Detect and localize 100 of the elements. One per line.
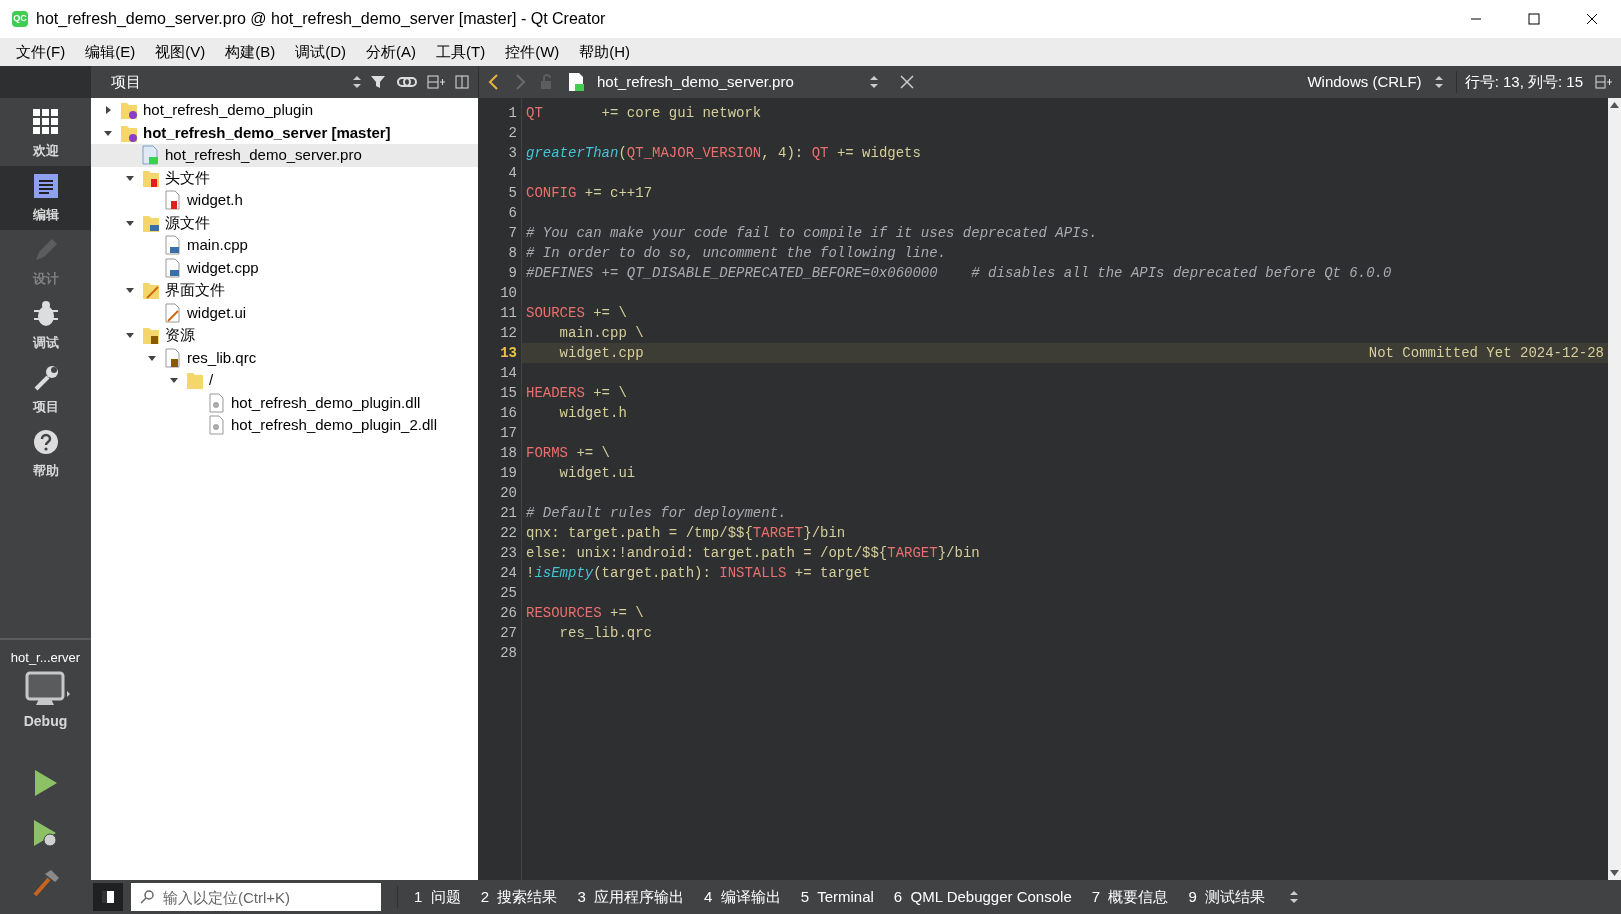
code-line: SOURCES += \: [526, 304, 627, 323]
output-tab[interactable]: 7 概要信息: [1091, 885, 1169, 909]
search-icon: [139, 889, 155, 905]
output-tab[interactable]: 2 搜索结果: [480, 885, 558, 909]
panel-title: 项目: [111, 71, 142, 92]
mode-button[interactable]: 帮助: [0, 422, 91, 486]
tree-item[interactable]: /: [209, 369, 214, 392]
line-number: 28: [499, 644, 517, 663]
file-name[interactable]: hot_refresh_demo_server.pro: [597, 70, 857, 94]
blame-annotation: Not Committed Yet 2024-12-28: [1368, 344, 1605, 363]
sidebar-toggle-icon[interactable]: [101, 890, 115, 904]
back-icon[interactable]: [487, 73, 501, 91]
line-number: 15: [499, 384, 517, 403]
code-line: widget.h: [558, 404, 627, 423]
menu-item[interactable]: 文件(F): [8, 38, 74, 66]
line-number: 2: [507, 124, 517, 143]
filter-icon[interactable]: [370, 74, 388, 90]
tree-item[interactable]: 界面文件: [165, 279, 225, 302]
sort-arrows-icon[interactable]: [352, 75, 362, 89]
split-icon[interactable]: [1595, 74, 1613, 90]
line-number: 19: [499, 464, 517, 483]
tree-item[interactable]: widget.h: [187, 189, 243, 212]
code-line: qnx: target.path = /tmp/$${TARGET}/bin: [526, 524, 846, 543]
code-line: # In order to do so, uncomment the following line.: [526, 244, 947, 263]
line-number: 7: [507, 224, 517, 243]
tree-item[interactable]: widget.cpp: [187, 256, 259, 279]
tree-item[interactable]: hot_refresh_demo_plugin: [143, 99, 314, 122]
tree-item[interactable]: 资源: [165, 324, 195, 347]
line-number: 13: [499, 344, 517, 363]
tree-item[interactable]: widget.ui: [187, 301, 247, 324]
menu-item[interactable]: 构建(B): [217, 38, 284, 66]
line-number: 24: [499, 564, 517, 583]
source-file-icon: [163, 235, 183, 256]
scroll-up-icon[interactable]: [1610, 102, 1619, 108]
tree-item[interactable]: res_lib.qrc: [187, 346, 257, 369]
code-line: greaterThan(QT_MAJOR_VERSION, 4): QT += widgets: [526, 144, 921, 163]
link-icon[interactable]: [396, 74, 418, 90]
line-number: 17: [499, 424, 517, 443]
close-icon[interactable]: [1586, 13, 1598, 25]
menu-item[interactable]: 控件(W): [497, 38, 568, 66]
line-number: 1: [507, 104, 517, 123]
line-number: 6: [507, 204, 517, 223]
output-tab[interactable]: 9 测试结果: [1188, 885, 1266, 909]
selected-tree-row[interactable]: hot_refresh_demo_server.pro: [91, 144, 478, 167]
sort-arrows-icon[interactable]: [1433, 75, 1444, 89]
code-line: widget.ui: [558, 464, 636, 483]
close-panel-icon[interactable]: [454, 74, 470, 90]
tree-item[interactable]: hot_refresh_demo_server [master]: [143, 121, 391, 144]
menu-item[interactable]: 编辑(E): [77, 38, 144, 66]
line-number: 4: [507, 164, 517, 183]
file-icon: [207, 415, 227, 436]
code-line: CONFIG += c++17: [526, 184, 653, 203]
line-number: 8: [507, 244, 517, 263]
header-file-icon: [163, 190, 183, 211]
scroll-down-icon[interactable]: [1610, 870, 1619, 876]
run-icon[interactable]: [32, 768, 59, 798]
output-tab[interactable]: 6 QML Debugger Console: [893, 885, 1072, 909]
code-line: res_lib.qrc: [558, 624, 653, 643]
tree-item[interactable]: hot_refresh_demo_plugin.dll: [231, 391, 421, 414]
code-line: HEADERS += \: [526, 384, 627, 403]
scrollbar[interactable]: [1608, 98, 1621, 880]
menu-item[interactable]: 视图(V): [147, 38, 214, 66]
kit-selector-button[interactable]: Debug: [20, 671, 71, 732]
tree-item[interactable]: hot_refresh_demo_server.pro: [165, 144, 362, 167]
sort-arrows-icon[interactable]: [1289, 890, 1300, 904]
mode-button[interactable]: 项目: [0, 358, 91, 422]
menu-item[interactable]: 帮助(H): [571, 38, 639, 66]
split-icon[interactable]: [426, 74, 446, 90]
mode-button[interactable]: 调试: [0, 294, 91, 358]
tree-item[interactable]: hot_refresh_demo_plugin_2.dll: [231, 414, 437, 437]
output-tab[interactable]: 4 编译输出: [704, 885, 781, 909]
line-number: 12: [499, 324, 517, 343]
sort-arrows-icon[interactable]: [869, 75, 879, 89]
resource-file-icon: [163, 347, 183, 368]
code-line: FORMS += \: [526, 444, 611, 463]
maximize-icon[interactable]: [1528, 13, 1540, 25]
line-ending-selector[interactable]: Windows (CRLF): [1307, 70, 1422, 94]
mode-button[interactable]: 欢迎: [0, 102, 91, 166]
line-number: 26: [499, 604, 517, 623]
line-number: 16: [499, 404, 517, 423]
line-number: 11: [499, 304, 517, 323]
kit-project-label: hot_r...erver: [10, 648, 81, 667]
menu-item[interactable]: 调试(D): [287, 38, 354, 66]
line-number: 18: [499, 444, 517, 463]
menu-item[interactable]: 工具(T): [428, 38, 494, 66]
mode-button[interactable]: 编辑: [0, 166, 91, 230]
output-tab[interactable]: 3 应用程序输出: [577, 885, 685, 909]
tree-item[interactable]: 头文件: [165, 166, 210, 189]
line-number: 25: [499, 584, 517, 603]
collapsed-arrow-icon[interactable]: [103, 105, 113, 116]
output-tab[interactable]: 1 问题: [414, 885, 461, 909]
tree-item[interactable]: main.cpp: [187, 234, 248, 257]
resource-folder-icon: [141, 325, 161, 346]
tree-item[interactable]: 源文件: [165, 211, 210, 234]
folder-icon: [185, 370, 205, 391]
code-line: widget.cpp: [558, 344, 644, 363]
menu-item[interactable]: 分析(A): [358, 38, 424, 66]
app-logo-icon: QC: [12, 11, 28, 27]
locator-field[interactable]: 输入以定位(Ctrl+K): [131, 883, 381, 911]
output-tab[interactable]: 5 Terminal: [800, 885, 874, 909]
